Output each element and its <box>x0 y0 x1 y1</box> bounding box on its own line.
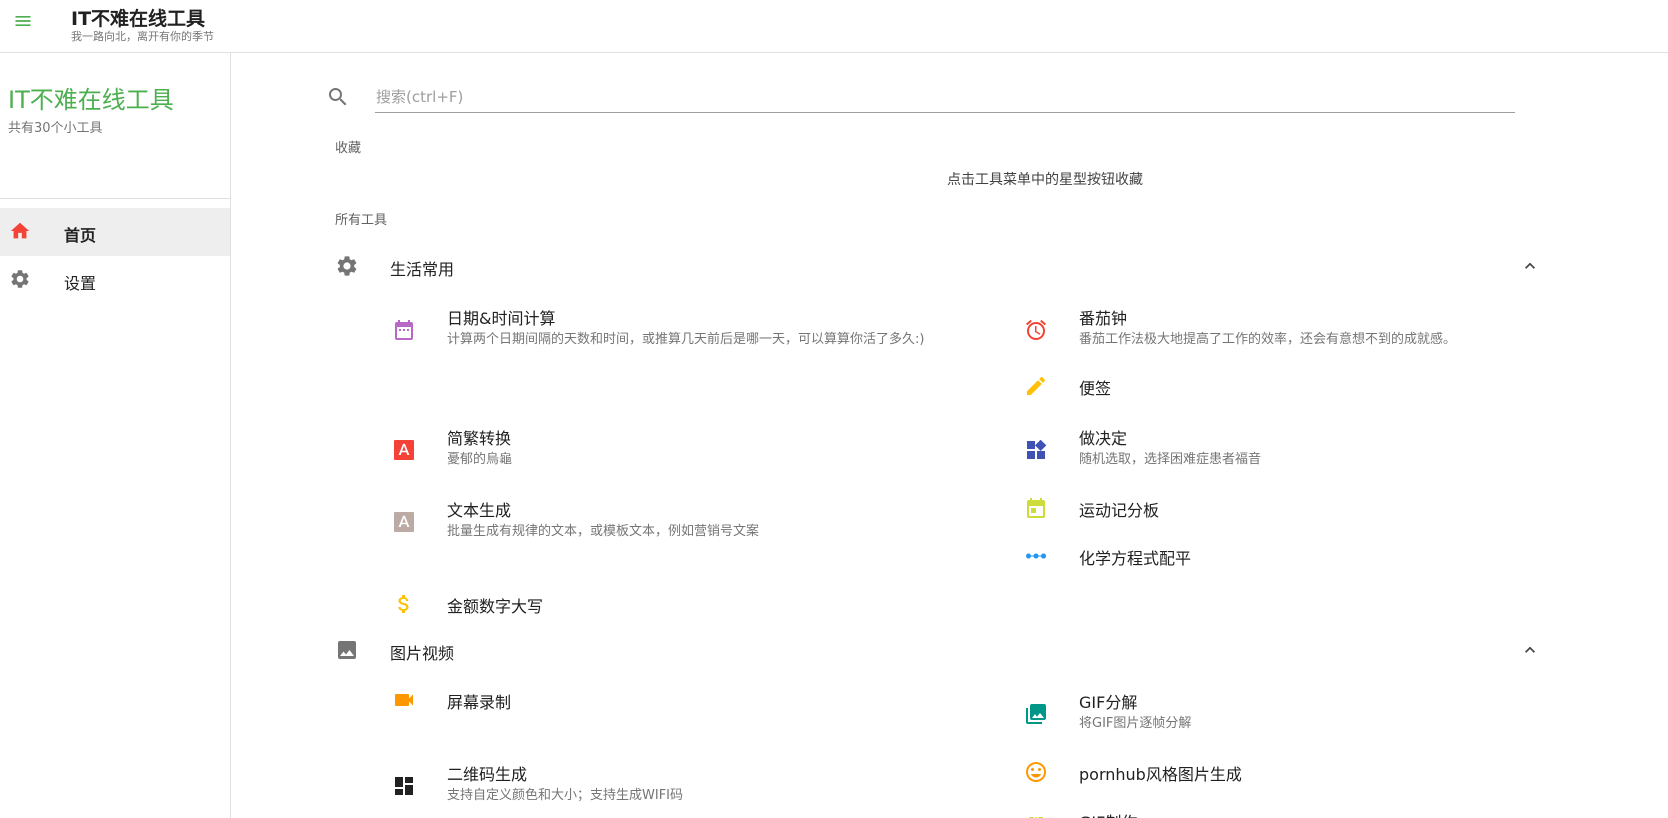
tool-title: 便签 <box>1079 379 1112 398</box>
hamburger-menu-icon[interactable] <box>13 11 33 31</box>
group-header-image-video[interactable]: 图片视频 <box>325 630 1555 670</box>
dollar-icon <box>398 595 409 613</box>
tool-count: 共有30个小工具 <box>8 121 103 136</box>
alarm-clock-icon <box>1026 319 1046 340</box>
tool-description: 憂郁的烏龜 <box>447 452 513 467</box>
sidebar: IT不难在线工具 共有30个小工具 首页 设置 <box>0 53 231 818</box>
sidebar-divider <box>0 198 230 199</box>
sidebar-brand: IT不难在线工具 <box>8 86 174 114</box>
favorites-header: 收藏 <box>335 141 362 156</box>
tool-title: 运动记分板 <box>1079 501 1160 520</box>
tool-title: 番茄钟 <box>1079 309 1128 328</box>
tool-title: pornhub风格图片生成 <box>1079 765 1242 784</box>
group-label: 生活常用 <box>390 260 455 279</box>
tool-description: 将GIF图片逐帧分解 <box>1079 716 1192 731</box>
tool-title: GIF分解 <box>1079 693 1138 712</box>
photo-library-icon <box>1026 704 1046 724</box>
scoreboard-icon <box>1027 498 1045 518</box>
image-icon <box>338 641 356 659</box>
videocam-icon <box>395 694 413 706</box>
tool-title: 简繁转换 <box>447 429 512 448</box>
qr-dashboard-icon <box>395 777 413 795</box>
chevron-up-icon[interactable] <box>1520 256 1540 276</box>
app-bar: IT不难在线工具 我一路向北，离开有你的季节 <box>0 0 1668 53</box>
group-label: 图片视频 <box>390 644 455 663</box>
tool-title: 屏幕录制 <box>447 693 512 712</box>
gear-icon <box>11 270 29 288</box>
text-a-icon <box>394 512 414 532</box>
widgets-icon <box>1027 439 1047 459</box>
tool-description: 支持自定义颜色和大小；支持生成WIFI码 <box>447 788 683 803</box>
sidebar-item-label: 首页 <box>64 226 97 245</box>
calendar-icon <box>395 320 413 340</box>
sidebar-item-label: 设置 <box>64 274 97 293</box>
app-subtitle: 我一路向北，离开有你的季节 <box>71 30 214 43</box>
group-header-life[interactable]: 生活常用 <box>325 246 1555 286</box>
font-a-icon <box>394 440 414 460</box>
tool-title: GIF制作 <box>1079 809 1137 818</box>
sidebar-item-settings[interactable]: 设置 <box>0 256 230 304</box>
tool-title: 二维码生成 <box>447 765 528 784</box>
app-title: IT不难在线工具 <box>71 8 206 30</box>
all-tools-header: 所有工具 <box>335 213 388 228</box>
tool-title: 做决定 <box>1079 429 1128 448</box>
main-content: 收藏 点击工具菜单中的星型按钮收藏 所有工具 生活常用 日期&时间计算 计算两个… <box>232 53 1668 818</box>
tool-description: 随机选取，选择困难症患者福音 <box>1079 452 1262 467</box>
gif-icon <box>1029 817 1043 818</box>
linear-scale-icon <box>1026 553 1046 559</box>
smiley-icon <box>1026 762 1046 782</box>
search-input[interactable] <box>375 81 1515 113</box>
tool-title: 文本生成 <box>447 501 512 520</box>
chevron-up-icon[interactable] <box>1520 640 1540 660</box>
tool-title: 化学方程式配平 <box>1079 549 1192 568</box>
tool-description: 番茄工作法极大地提高了工作的效率，还会有意想不到的成就感。 <box>1079 332 1457 347</box>
tool-title: 日期&时间计算 <box>447 309 556 328</box>
tool-description: 计算两个日期间隔的天数和时间，或推算几天前后是哪一天，可以算算你活了多久:) <box>447 332 925 347</box>
pencil-icon <box>1027 376 1046 395</box>
sidebar-item-home[interactable]: 首页 <box>0 208 230 256</box>
tool-description: 批量生成有规律的文本，或模板文本，例如营销号文案 <box>447 524 760 539</box>
tool-title: 金额数字大写 <box>447 597 544 616</box>
favorites-empty-text: 点击工具菜单中的星型按钮收藏 <box>947 172 1143 188</box>
search-icon <box>329 88 347 106</box>
settings-cog-icon <box>337 256 357 276</box>
home-icon <box>10 222 30 239</box>
